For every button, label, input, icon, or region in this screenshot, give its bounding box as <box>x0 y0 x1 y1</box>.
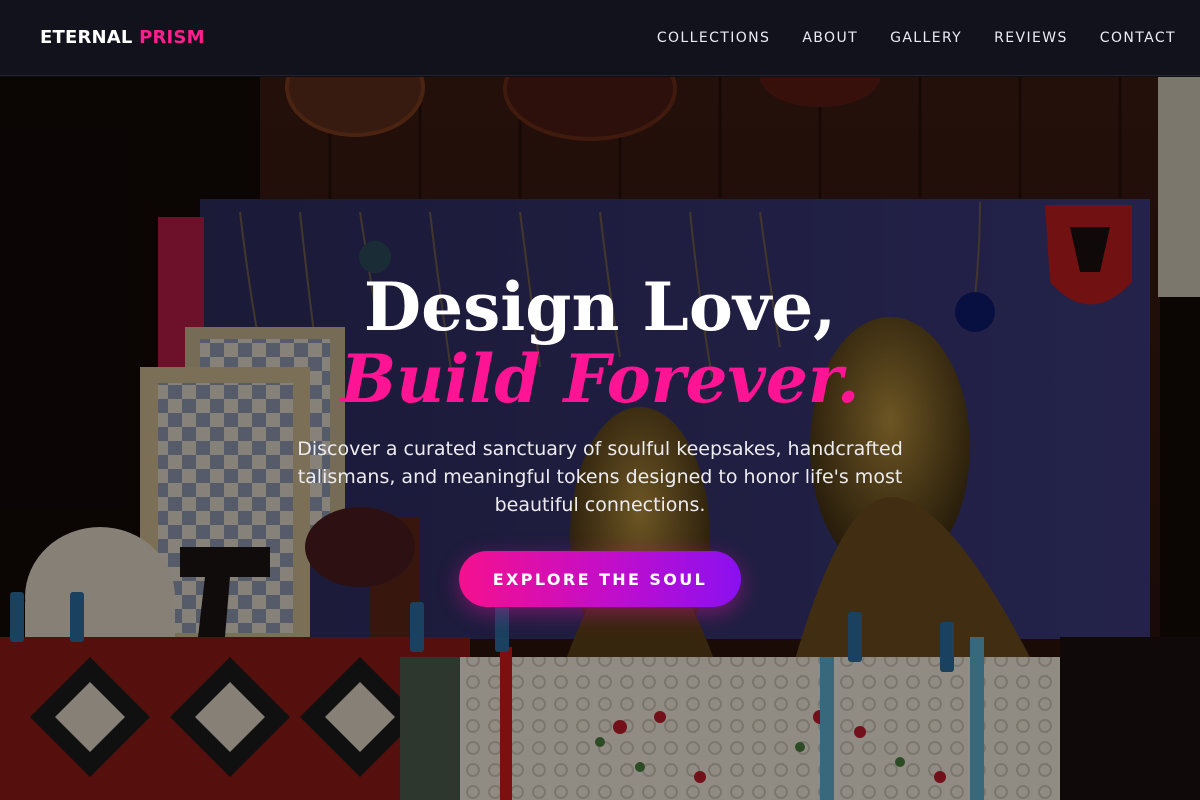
brand-word-1: ETERNAL <box>40 27 133 48</box>
nav-link-reviews[interactable]: REVIEWS <box>994 30 1068 46</box>
nav-link-about[interactable]: ABOUT <box>802 30 858 46</box>
nav-link-collections[interactable]: COLLECTIONS <box>657 30 770 46</box>
hero-section: Design Love, Build Forever. Discover a c… <box>0 77 1200 800</box>
hero-content: Design Love, Build Forever. Discover a c… <box>0 77 1200 800</box>
brand-logo[interactable]: ETERNAL PRISM <box>40 27 205 48</box>
hero-headline-line-2: Build Forever. <box>340 340 860 418</box>
explore-the-soul-button[interactable]: EXPLORE THE SOUL <box>459 551 741 607</box>
nav-link-gallery[interactable]: GALLERY <box>890 30 962 46</box>
nav-link-contact[interactable]: CONTACT <box>1100 30 1176 46</box>
top-navbar: ETERNAL PRISM COLLECTIONS ABOUT GALLERY … <box>0 0 1200 76</box>
hero-subtext: Discover a curated sanctuary of soulful … <box>297 438 903 516</box>
brand-word-2: PRISM <box>139 27 205 48</box>
hero-headline-line-1: Design Love, <box>363 268 837 346</box>
main-nav: COLLECTIONS ABOUT GALLERY REVIEWS CONTAC… <box>657 30 1176 46</box>
